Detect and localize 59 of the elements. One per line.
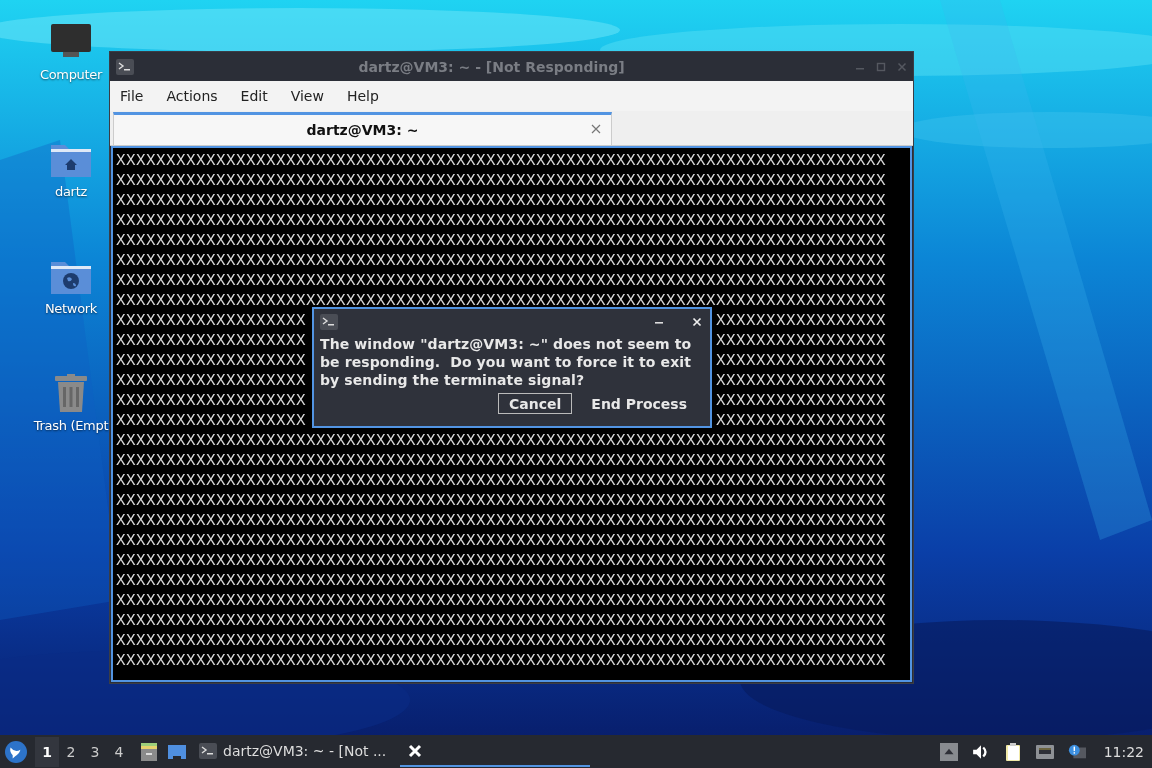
terminal-line: XXXXXXXXXXXXXXXXXXX bbox=[116, 391, 307, 411]
workspace-button[interactable]: 4 bbox=[107, 736, 131, 767]
menu-item[interactable]: File bbox=[112, 88, 152, 104]
end-process-button[interactable]: End Process bbox=[580, 393, 698, 414]
terminal-line: XXXXXXXXXXXXXXXXX bbox=[716, 371, 887, 391]
terminal-line: XXXXXXXXXXXXXXXXXXX bbox=[116, 411, 307, 431]
terminal-line: XXXXXXXXXXXXXXXXX bbox=[716, 351, 887, 371]
terminal-line: XXXXXXXXXXXXXXXXXXXXXXXXXXXXXXXXXXXXXXXXXXXXXXXXXXXXXXXXXXXXXXXXXXXXXXXXXXXXX bbox=[116, 471, 887, 491]
terminal-line: XXXXXXXXXXXXXXXXXXXXXXXXXXXXXXXXXXXXXXXXXXXXXXXXXXXXXXXXXXXXXXXXXXXXXXXXXXXXX bbox=[116, 191, 887, 211]
terminal-line: XXXXXXXXXXXXXXXXXXXXXXXXXXXXXXXXXXXXXXXXXXXXXXXXXXXXXXXXXXXXXXXXXXXXXXXXXXXXX bbox=[116, 651, 887, 671]
workspace-button[interactable]: 1 bbox=[35, 736, 59, 767]
terminal-tab[interactable]: dartz@VM3: ~ bbox=[113, 112, 612, 145]
terminal-line: XXXXXXXXXXXXXXXXX bbox=[716, 411, 887, 431]
terminal-line: XXXXXXXXXXXXXXXXXXXXXXXXXXXXXXXXXXXXXXXXXXXXXXXXXXXXXXXXXXXXXXXXXXXXXXXXXXXXX bbox=[116, 591, 887, 611]
terminal-line: XXXXXXXXXXXXXXXXXXXXXXXXXXXXXXXXXXXXXXXXXXXXXXXXXXXXXXXXXXXXXXXXXXXXXXXXXXXXX bbox=[116, 611, 887, 631]
terminal-line: XXXXXXXXXXXXXXXXXXX bbox=[116, 371, 307, 391]
terminal-line: XXXXXXXXXXXXXXXXXXXXXXXXXXXXXXXXXXXXXXXXXXXXXXXXXXXXXXXXXXXXXXXXXXXXXXXXXXXXX bbox=[116, 571, 887, 591]
desktop-icon-label[interactable]: Trash (Empt bbox=[33, 418, 109, 433]
dialog-message: The window "dartz@VM3: ~" does not seem to be responding. Do you want to force it to exit by sending the terminate signal? bbox=[320, 335, 693, 389]
terminal-line: XXXXXXXXXXXXXXXXXXX bbox=[116, 351, 307, 371]
terminal-icon bbox=[320, 314, 338, 330]
workspace-button[interactable]: 2 bbox=[59, 736, 83, 767]
taskbar-window-button[interactable]: dartz@VM3: ~ - [Not ... bbox=[193, 736, 393, 767]
menu-item[interactable]: Help bbox=[338, 88, 387, 104]
ethernet-icon[interactable] bbox=[1035, 742, 1054, 761]
terminal-line: XXXXXXXXXXXXXXXXXXXXXXXXXXXXXXXXXXXXXXXXXXXXXXXXXXXXXXXXXXXXXXXXXXXXXXXXXXXXX bbox=[116, 431, 887, 451]
terminal-line: XXXXXXXXXXXXXXXXX bbox=[716, 311, 887, 331]
terminal-line: XXXXXXXXXXXXXXXXXXXXXXXXXXXXXXXXXXXXXXXXXXXXXXXXXXXXXXXXXXXXXXXXXXXXXXXXXXXXX bbox=[116, 231, 887, 251]
notification-icon[interactable] bbox=[1067, 742, 1086, 761]
eject-icon[interactable] bbox=[939, 742, 958, 761]
clock[interactable]: 11:22 bbox=[1103, 743, 1144, 760]
terminal-icon bbox=[199, 742, 217, 759]
terminal-line: XXXXXXXXXXXXXXXXXXXXXXXXXXXXXXXXXXXXXXXXXXXXXXXXXXXXXXXXXXXXXXXXXXXXXXXXXXXXX bbox=[116, 631, 887, 651]
workspace-button[interactable]: 3 bbox=[83, 736, 107, 767]
terminal-line: XXXXXXXXXXXXXXXXXXXXXXXXXXXXXXXXXXXXXXXXXXXXXXXXXXXXXXXXXXXXXXXXXXXXXXXXXXXXX bbox=[116, 491, 887, 511]
terminal-line: XXXXXXXXXXXXXXXXX bbox=[716, 331, 887, 351]
window-title: dartz@VM3: ~ - [Not Responding] bbox=[357, 58, 626, 75]
terminal-line: XXXXXXXXXXXXXXXXXXXXXXXXXXXXXXXXXXXXXXXXXXXXXXXXXXXXXXXXXXXXXXXXXXXXXXXXXXXXX bbox=[116, 211, 887, 231]
terminal-line: XXXXXXXXXXXXXXXXXXXXXXXXXXXXXXXXXXXXXXXXXXXXXXXXXXXXXXXXXXXXXXXXXXXXXXXXXXXXX bbox=[116, 271, 887, 291]
terminal-icon bbox=[116, 58, 134, 75]
menu-item[interactable]: Actions bbox=[158, 88, 226, 104]
terminal-line: XXXXXXXXXXXXXXXXXXXXXXXXXXXXXXXXXXXXXXXXXXXXXXXXXXXXXXXXXXXXXXXXXXXXXXXXXXXXX bbox=[116, 511, 887, 531]
terminal-line: XXXXXXXXXXXXXXXXXXXXXXXXXXXXXXXXXXXXXXXXXXXXXXXXXXXXXXXXXXXXXXXXXXXXXXXXXXXXX bbox=[116, 291, 887, 311]
terminal-line: XXXXXXXXXXXXXXXXXXXXXXXXXXXXXXXXXXXXXXXXXXXXXXXXXXXXXXXXXXXXXXXXXXXXXXXXXXXXX bbox=[116, 451, 887, 471]
terminal-line: XXXXXXXXXXXXXXXXXXXXXXXXXXXXXXXXXXXXXXXXXXXXXXXXXXXXXXXXXXXXXXXXXXXXXXXXXXXXX bbox=[116, 251, 887, 271]
terminal-line: XXXXXXXXXXXXXXXXXXXXXXXXXXXXXXXXXXXXXXXXXXXXXXXXXXXXXXXXXXXXXXXXXXXXXXXXXXXXX bbox=[116, 531, 887, 551]
clipboard-icon[interactable] bbox=[1003, 742, 1022, 761]
terminal-line: XXXXXXXXXXXXXXXXXXXXXXXXXXXXXXXXXXXXXXXXXXXXXXXXXXXXXXXXXXXXXXXXXXXXXXXXXXXXX bbox=[116, 171, 887, 191]
terminal-line: XXXXXXXXXXXXXXXXX bbox=[716, 391, 887, 411]
terminal-line: XXXXXXXXXXXXXXXXXXXXXXXXXXXXXXXXXXXXXXXXXXXXXXXXXXXXXXXXXXXXXXXXXXXXXXXXXXXXX bbox=[116, 551, 887, 571]
terminal-line: XXXXXXXXXXXXXXXXXXX bbox=[116, 331, 307, 351]
file-cabinet-icon[interactable] bbox=[139, 741, 159, 762]
terminal-line: XXXXXXXXXXXXXXXXXXXXXXXXXXXXXXXXXXXXXXXXXXXXXXXXXXXXXXXXXXXXXXXXXXXXXXXXXXXXX bbox=[116, 151, 887, 171]
menu-item[interactable]: Edit bbox=[232, 88, 276, 104]
cancel-button[interactable]: Cancel bbox=[498, 393, 573, 414]
start-menu-icon[interactable] bbox=[5, 740, 27, 763]
terminal-line: XXXXXXXXXXXXXXXXXXX bbox=[116, 311, 307, 331]
desktop-icon-label[interactable]: Network bbox=[44, 301, 98, 316]
menu-item[interactable]: View bbox=[282, 88, 332, 104]
